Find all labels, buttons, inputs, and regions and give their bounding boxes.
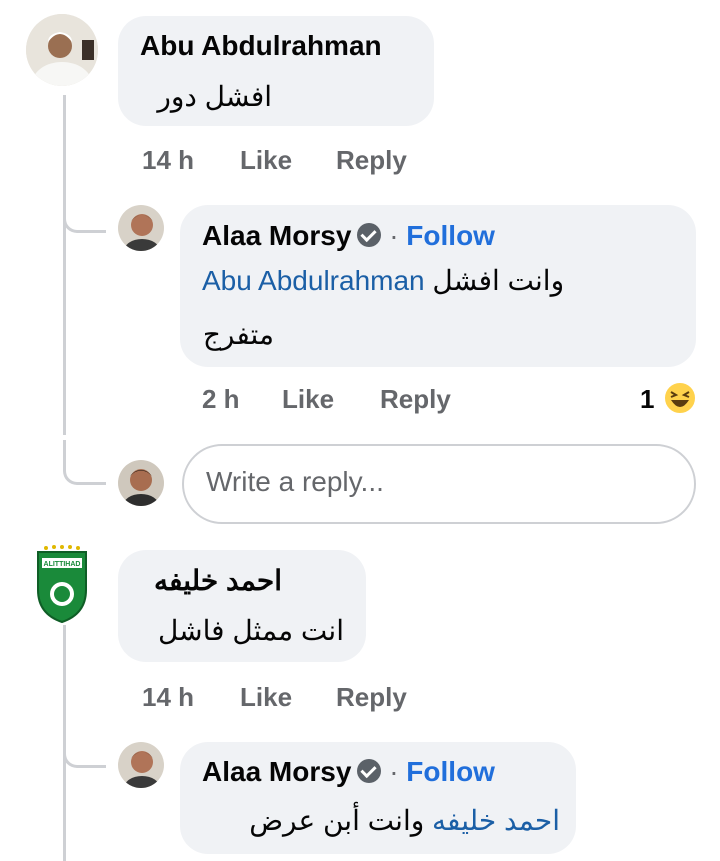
avatar-image xyxy=(118,742,164,788)
like-button[interactable]: Like xyxy=(240,145,292,176)
thread-line-1 xyxy=(63,95,66,435)
reply-text-line1: Abu Abdulrahman وانت افشل xyxy=(202,264,564,297)
club-badge-text: ALITTIHAD xyxy=(44,561,81,568)
avatar-current-user xyxy=(118,460,164,506)
avatar-ahmed-khalifa[interactable]: ALITTIHAD xyxy=(26,544,98,624)
thread-branch-reply-2 xyxy=(63,725,106,768)
reply-text-line2: متفرج xyxy=(202,319,274,350)
reply-button[interactable]: Reply xyxy=(336,145,407,176)
reply-author[interactable]: Alaa Morsy xyxy=(202,220,351,251)
follow-button[interactable]: Follow xyxy=(406,756,495,787)
avatar-abu-abdulrahman[interactable] xyxy=(26,14,98,86)
reply-input-placeholder[interactable]: Write a reply... xyxy=(206,466,384,498)
thread-branch-reply-input xyxy=(63,440,106,485)
mention-link[interactable]: احمد خليفه xyxy=(432,805,560,836)
reply-button[interactable]: Reply xyxy=(336,682,407,713)
comment-author[interactable]: احمد خليفه xyxy=(154,564,282,597)
haha-reaction-icon[interactable] xyxy=(662,380,698,416)
reply-author-line: Alaa Morsy · Follow xyxy=(202,756,495,788)
avatar-image xyxy=(26,14,98,86)
reaction-count[interactable]: 1 xyxy=(640,384,654,415)
follow-button[interactable]: Follow xyxy=(406,220,495,251)
avatar-image xyxy=(118,460,164,506)
comment-text: افشل دور xyxy=(157,81,272,112)
mention-link[interactable]: Abu Abdulrahman xyxy=(202,265,425,296)
comment-author[interactable]: Abu Abdulrahman xyxy=(140,30,382,62)
reply-text: وانت افشل xyxy=(432,265,565,296)
like-button[interactable]: Like xyxy=(240,682,292,713)
separator-dot: · xyxy=(389,756,399,787)
reply-button[interactable]: Reply xyxy=(380,384,451,415)
avatar-alaa-morsy[interactable] xyxy=(118,205,164,251)
verified-badge-icon xyxy=(357,223,382,247)
reply-text: وانت أبن عرض xyxy=(249,805,425,836)
comment-time[interactable]: 14 h xyxy=(142,682,194,713)
club-logo-icon: ALITTIHAD xyxy=(37,545,87,624)
avatar-image xyxy=(118,205,164,251)
reply-text-line: احمد خليفه وانت أبن عرض xyxy=(249,804,560,837)
comment-time[interactable]: 14 h xyxy=(142,145,194,176)
thread-branch-reply-1 xyxy=(63,190,106,233)
reply-time[interactable]: 2 h xyxy=(202,384,240,415)
reply-author-line: Alaa Morsy · Follow xyxy=(202,220,495,252)
comment-text: انت ممثل فاشل xyxy=(157,615,344,646)
reply-author[interactable]: Alaa Morsy xyxy=(202,756,351,787)
avatar-alaa-morsy[interactable] xyxy=(118,742,164,788)
separator-dot: · xyxy=(389,220,399,251)
like-button[interactable]: Like xyxy=(282,384,334,415)
verified-badge-icon xyxy=(357,759,382,783)
